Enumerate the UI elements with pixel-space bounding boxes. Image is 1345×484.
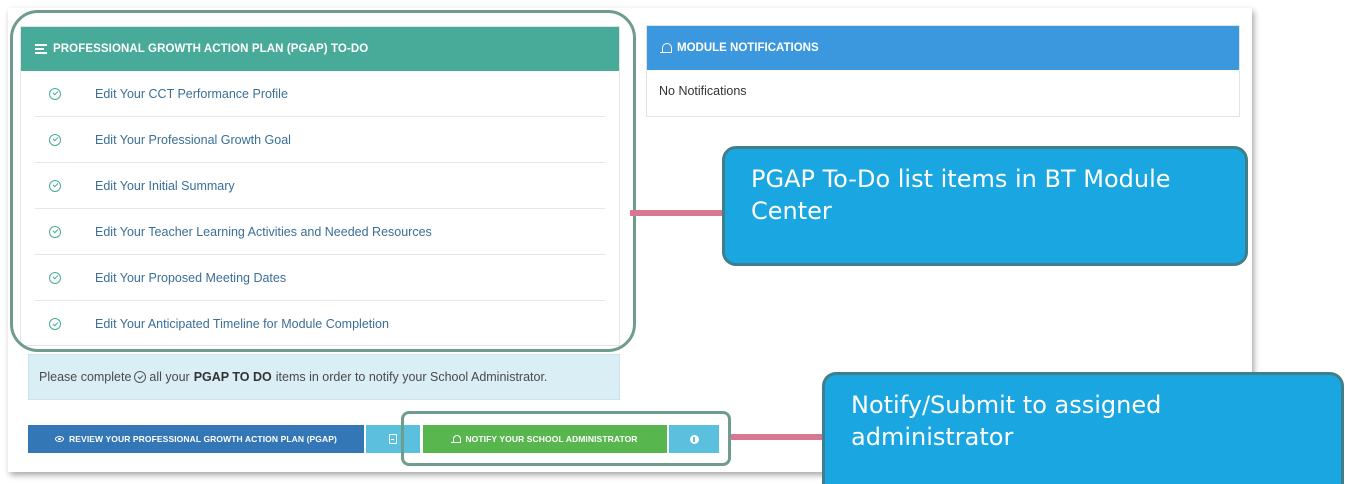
eye-icon xyxy=(55,436,65,442)
pdf-button[interactable] xyxy=(366,425,420,453)
module-notifications-panel: MODULE NOTIFICATIONS No Notifications xyxy=(646,25,1240,117)
info-suffix: items in order to notify your School Adm… xyxy=(275,370,548,384)
todo-item[interactable]: Edit Your Proposed Meeting Dates xyxy=(35,255,605,301)
callout-connector xyxy=(630,210,725,216)
notify-administrator-button[interactable]: NOTIFY YOUR SCHOOL ADMINISTRATOR xyxy=(423,425,667,453)
info-prefix: Please complete xyxy=(39,370,132,384)
todo-item[interactable]: Edit Your Anticipated Timeline for Modul… xyxy=(35,301,605,347)
review-pgap-button[interactable]: REVIEW YOUR PROFESSIONAL GROWTH ACTION P… xyxy=(28,425,364,453)
pgap-todo-panel: PROFESSIONAL GROWTH ACTION PLAN (PGAP) T… xyxy=(20,26,620,346)
file-pdf-icon xyxy=(389,434,397,444)
bell-icon xyxy=(451,435,462,443)
todo-item-link[interactable]: Edit Your Initial Summary xyxy=(95,179,235,193)
info-button[interactable] xyxy=(669,425,719,453)
info-middle: all your xyxy=(149,370,190,384)
review-pgap-label: REVIEW YOUR PROFESSIONAL GROWTH ACTION P… xyxy=(69,434,337,444)
todo-item-link[interactable]: Edit Your CCT Performance Profile xyxy=(95,87,288,101)
callout-connector xyxy=(731,434,823,440)
check-circle-icon xyxy=(49,87,61,100)
check-circle-icon xyxy=(49,225,61,238)
todo-item[interactable]: Edit Your Professional Growth Goal xyxy=(35,117,605,163)
todo-callout: PGAP To-Do list items in BT Module Cente… xyxy=(722,146,1248,266)
check-circle-icon xyxy=(49,318,61,330)
pgap-todo-list: Edit Your CCT Performance Profile Edit Y… xyxy=(21,71,619,347)
check-circle-icon xyxy=(49,271,61,284)
check-circle-icon xyxy=(134,371,147,383)
pgap-panel-title: PROFESSIONAL GROWTH ACTION PLAN (PGAP) T… xyxy=(53,43,369,55)
notifications-title: MODULE NOTIFICATIONS xyxy=(677,42,819,54)
info-icon xyxy=(689,434,699,444)
todo-item[interactable]: Edit Your CCT Performance Profile xyxy=(35,71,605,117)
notifications-body: No Notifications xyxy=(659,84,747,98)
notifications-header: MODULE NOTIFICATIONS xyxy=(647,26,1239,70)
todo-item-link[interactable]: Edit Your Proposed Meeting Dates xyxy=(95,271,286,285)
info-bold: PGAP TO DO xyxy=(193,370,272,384)
check-circle-icon xyxy=(49,179,61,192)
todo-item-link[interactable]: Edit Your Anticipated Timeline for Modul… xyxy=(95,317,389,331)
check-circle-icon xyxy=(49,133,61,146)
todo-item-link[interactable]: Edit Your Teacher Learning Activities an… xyxy=(95,225,432,239)
list-icon xyxy=(35,44,47,54)
todo-item[interactable]: Edit Your Teacher Learning Activities an… xyxy=(35,209,605,255)
pgap-panel-header: PROFESSIONAL GROWTH ACTION PLAN (PGAP) T… xyxy=(21,27,619,71)
info-alert: Please complete all your PGAP TO DO item… xyxy=(28,354,620,400)
todo-item[interactable]: Edit Your Initial Summary xyxy=(35,163,605,209)
notify-administrator-label: NOTIFY YOUR SCHOOL ADMINISTRATOR xyxy=(465,434,638,444)
bell-icon xyxy=(660,43,672,53)
notify-callout: Notify/Submit to assigned administrator xyxy=(822,372,1344,484)
todo-item-link[interactable]: Edit Your Professional Growth Goal xyxy=(95,133,291,147)
